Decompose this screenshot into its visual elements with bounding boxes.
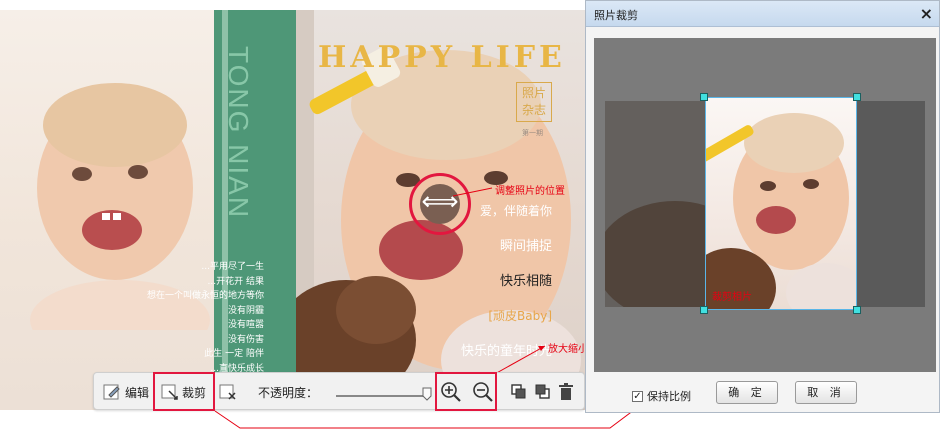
crop-handle-bottom-right[interactable] [853,306,861,314]
delete-button[interactable] [558,381,574,403]
remove-photo-icon [219,384,236,400]
crop-highlight [153,372,215,411]
dialog-title: 照片裁剪 [594,9,638,22]
bring-forward-icon [535,384,550,399]
keep-ratio-checkbox[interactable]: ✓ 保持比例 [632,388,691,404]
keep-ratio-check-icon: ✓ [632,390,643,402]
ok-button[interactable]: 确 定 [716,381,778,404]
bring-forward-button[interactable] [534,381,552,403]
opacity-slider-thumb[interactable] [422,387,432,401]
trash-icon [559,383,573,400]
close-icon[interactable]: × [920,4,933,23]
crop-handle-top-right[interactable] [853,93,861,101]
keep-ratio-label: 保持比例 [647,390,691,403]
delete-photo-button[interactable] [218,381,238,403]
edit-button[interactable]: 编辑 [102,381,149,403]
opacity-slider[interactable] [336,395,428,397]
send-backward-button[interactable] [510,381,528,403]
opacity-label: 不透明度： [258,385,319,400]
crop-canvas[interactable]: 裁剪相片 [594,38,936,372]
edit-icon [103,384,120,400]
cancel-button[interactable]: 取 消 [795,381,857,404]
crop-hint-label: 裁剪相片 [712,292,752,303]
crop-handle-bottom-left[interactable] [700,306,708,314]
screen: TONG NIAN ...平用尽了一生 ...开花开 结果 想在一个叫做永恒的地… [0,0,940,436]
crop-selection[interactable]: 裁剪相片 [705,97,857,310]
move-hint-label: 调整照片的位置 [495,186,565,197]
photo-crop-dialog: 照片裁剪 × 裁剪相片 [585,0,940,413]
edit-label: 编辑 [125,385,150,400]
dialog-titlebar[interactable]: 照片裁剪 × [586,1,939,27]
send-backward-icon [511,384,526,399]
zoom-highlight [435,372,497,411]
crop-handle-top-left[interactable] [700,93,708,101]
